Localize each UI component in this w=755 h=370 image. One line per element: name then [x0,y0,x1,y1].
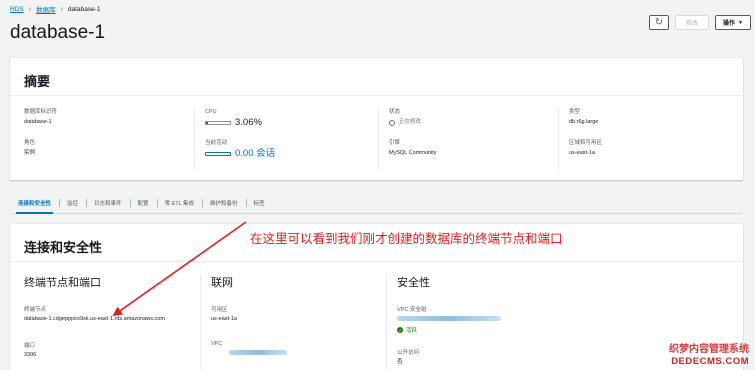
breadcrumb-current: database-1 [67,5,101,13]
role-label: 角色 [24,140,36,146]
endpoint-column: 终端节点和端口 终端节点 database-1.cdgepppox9sk.us-… [24,274,194,359]
status-label: 状态 [389,109,401,115]
vpc-link-redacted[interactable] [229,350,287,356]
modify-button[interactable]: 修改 [675,15,709,30]
activity-label: 当前活动 [205,140,228,146]
summary-heading: 摘要 [10,58,743,96]
status-pending-icon [389,119,395,126]
network-column: 联网 可用区 us-east-1a VPC [200,274,372,370]
tab-monitoring[interactable]: 监控 [59,196,86,213]
security-group-label: VPC 安全组 [397,307,427,313]
breadcrumb: RDS › 数据库 › database-1 [10,4,101,15]
tab-maintenance-backup[interactable]: 维护和备份 [202,196,246,213]
security-column: 安全性 VPC 安全组 ✓ 活跃 公开访问 否 [386,274,636,370]
cpu-usage-bar [205,120,231,125]
az-label: 区域和可用区 [569,140,603,146]
page-title: database-1 [10,22,106,43]
tab-tags[interactable]: 标签 [245,196,273,213]
public-access-value: 否 [397,359,403,365]
network-az-label: 可用区 [211,307,228,313]
summary-col-3: 状态 正在修改 引擎 MySQL Community [378,108,548,170]
caret-down-icon: ▼ [738,19,743,26]
security-heading: 安全性 [397,277,430,289]
security-group-link-redacted[interactable] [397,316,501,322]
activity-bar [205,151,231,156]
summary-col-1: 数据库标识符 database-1 角色实例 [24,108,194,170]
check-circle-icon: ✓ [397,327,403,333]
watermark-line-1: 织梦内容管理系统 [669,344,749,355]
vpc-label: VPC [211,341,223,347]
port-label: 端口 [24,343,36,349]
engine-label: 引擎 [389,140,401,146]
endpoint-label: 终端节点 [24,307,47,313]
watermark: 织梦内容管理系统 DEDECMS.COM [669,344,749,368]
db-id-label: 数据库标识符 [24,109,58,115]
tab-logs-events[interactable]: 日志和事件 [86,196,130,213]
cpu-value: 3.06% [235,117,262,128]
watermark-line-2: DEDECMS.COM [671,356,749,367]
az-value: us-east-1a [569,150,595,156]
tab-configuration[interactable]: 配置 [129,196,157,213]
refresh-icon: ↻ [654,17,664,28]
network-heading: 联网 [211,277,233,289]
cpu-label: CPU [205,109,217,115]
engine-value: MySQL Community [389,150,437,156]
class-label: 类型 [569,109,581,115]
cpu-usage-fill [206,121,208,124]
chevron-right-icon: › [28,5,32,13]
summary-col-4: 类型 db.r6g.large 区域和可用区 us-east-1a [558,108,728,170]
security-group-status: ✓ 活跃 [397,326,636,334]
summary-panel: 摘要 数据库标识符 database-1 角色实例 CPU 3.06% 当前活动 … [10,58,743,180]
annotation-text: 在这里可以看到我们刚才创建的数据库的终端节点和端口 [250,232,563,246]
class-value: db.r6g.large [569,119,599,125]
breadcrumb-databases-link[interactable]: 数据库 [36,4,56,14]
chevron-right-icon: › [60,5,63,13]
detail-tabs: 连接和安全性 监控 日志和事件 配置 零 ETL 集成 维护和备份 标签 [10,196,743,214]
port-value: 3306 [24,352,37,358]
tab-connectivity-security[interactable]: 连接和安全性 [10,196,59,214]
endpoint-heading: 终端节点和端口 [24,277,101,289]
breadcrumb-rds-link[interactable]: RDS [10,6,24,13]
actions-label: 操作 [723,21,736,27]
header-actions: ↻ 修改 操作 ▼ [649,15,751,30]
refresh-button[interactable]: ↻ [649,15,669,30]
role-value: 实例 [24,150,36,156]
endpoint-value[interactable]: database-1.cdgepppox9sk.us-east-1.rds.am… [24,315,194,323]
summary-col-2: CPU 3.06% 当前活动 0.00 会话 [194,108,364,170]
status-value: 正在修改 [399,119,422,125]
activity-sessions-link[interactable]: 0.00 会话 [235,149,275,159]
tab-zero-etl[interactable]: 零 ETL 集成 [156,196,202,213]
network-az-value: us-east-1a [211,316,237,322]
actions-dropdown-button[interactable]: 操作 ▼ [715,15,751,30]
security-group-status-text: 活跃 [406,328,418,334]
db-id-value: database-1 [24,119,52,125]
public-access-label: 公开访问 [397,350,420,356]
